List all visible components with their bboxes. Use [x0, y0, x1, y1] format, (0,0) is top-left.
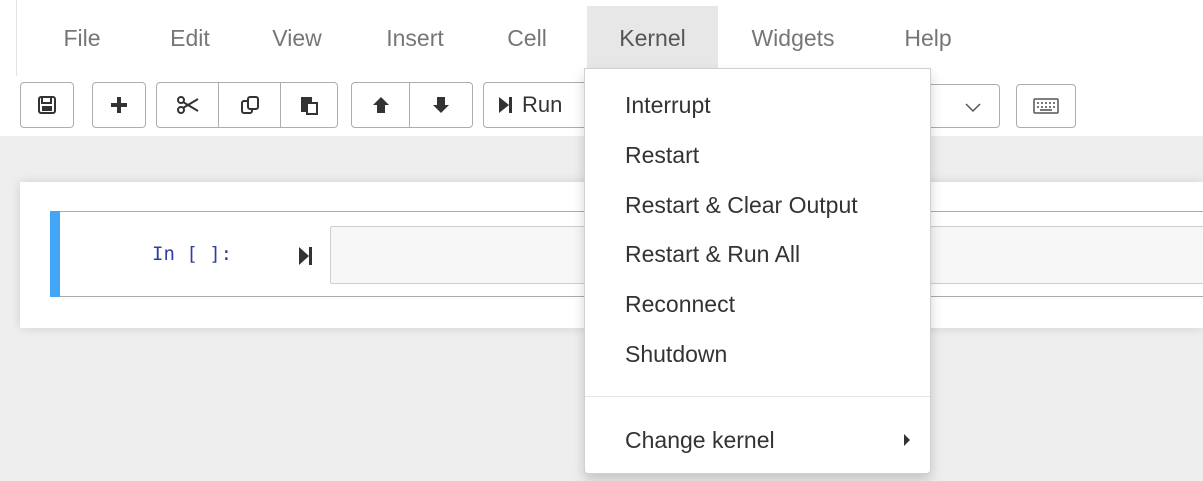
edit-group: [156, 82, 338, 128]
menu-divider: [585, 396, 930, 397]
menu-item-restart-run-all[interactable]: Restart & Run All: [585, 233, 930, 275]
plus-icon: [111, 97, 127, 113]
cell-selection-bar: [50, 211, 60, 297]
run-group: Run: [483, 82, 593, 128]
menu-view[interactable]: View: [257, 6, 337, 68]
cut-icon: [176, 96, 199, 114]
menu-item-change-kernel[interactable]: Change kernel: [585, 419, 930, 461]
change-kernel-label: Change kernel: [625, 427, 775, 453]
notebook-app: File Edit View Insert Cell Kernel Widget…: [0, 0, 1203, 481]
menu-kernel[interactable]: Kernel: [587, 6, 718, 68]
paste-button[interactable]: [281, 83, 337, 127]
menu-item-shutdown[interactable]: Shutdown: [585, 333, 930, 375]
menu-item-restart-clear-output[interactable]: Restart & Clear Output: [585, 184, 930, 226]
move-down-button[interactable]: [410, 83, 472, 127]
copy-icon: [240, 96, 259, 114]
move-up-button[interactable]: [352, 83, 410, 127]
cell-type-select[interactable]: [920, 84, 1000, 128]
menu-item-reconnect[interactable]: Reconnect: [585, 283, 930, 325]
keyboard-icon: [1033, 98, 1059, 114]
menu-file[interactable]: File: [47, 6, 117, 68]
menu-item-restart[interactable]: Restart: [585, 134, 930, 176]
chevron-down-icon: [965, 103, 981, 113]
caret-right-icon: [904, 434, 910, 446]
copy-button[interactable]: [219, 83, 281, 127]
save-icon: [38, 96, 56, 114]
menu-help[interactable]: Help: [889, 6, 967, 68]
cut-button[interactable]: [157, 83, 219, 127]
menu-item-interrupt[interactable]: Interrupt: [585, 84, 930, 126]
input-prompt: In [ ]:: [152, 243, 233, 265]
arrow-up-icon: [372, 97, 389, 113]
command-palette-button[interactable]: [1016, 84, 1076, 128]
move-group: [351, 82, 473, 128]
menu-insert[interactable]: Insert: [373, 6, 457, 68]
menu-edit[interactable]: Edit: [155, 6, 225, 68]
arrow-down-icon: [433, 97, 449, 113]
insert-group: [92, 82, 146, 128]
menu-cell[interactable]: Cell: [492, 6, 562, 68]
menubar-inner: File Edit View Insert Cell Kernel Widget…: [16, 0, 1203, 76]
run-cell-icon[interactable]: [298, 246, 314, 266]
paste-icon: [301, 97, 318, 115]
insert-cell-button[interactable]: [93, 83, 145, 127]
menubar: File Edit View Insert Cell Kernel Widget…: [0, 0, 1203, 76]
run-icon: [499, 97, 512, 113]
save-button[interactable]: [21, 83, 73, 127]
kernel-dropdown-menu: Interrupt Restart Restart & Clear Output…: [584, 68, 931, 474]
menu-widgets[interactable]: Widgets: [733, 6, 853, 68]
run-label: Run: [522, 92, 563, 117]
save-group: [20, 82, 74, 128]
run-button[interactable]: Run: [484, 83, 593, 127]
